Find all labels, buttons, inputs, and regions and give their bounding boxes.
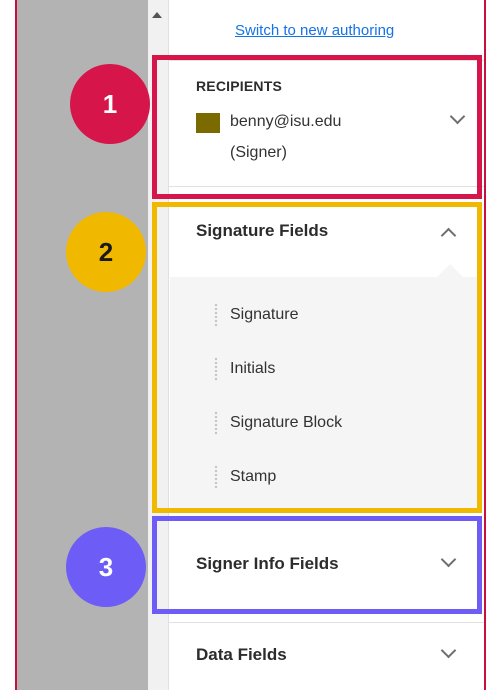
scroll-up-icon[interactable]	[152, 12, 162, 18]
highlight-box-signer-info	[152, 516, 482, 614]
step-badge-1: 1	[70, 64, 150, 144]
highlight-box-signature-fields	[152, 202, 482, 513]
divider	[169, 622, 484, 623]
switch-authoring-link[interactable]: Switch to new authoring	[235, 22, 394, 39]
step-badge-2: 2	[66, 212, 146, 292]
data-fields-header[interactable]: Data Fields	[196, 645, 287, 665]
highlight-box-recipients	[152, 55, 482, 199]
step-badge-3: 3	[66, 527, 146, 607]
